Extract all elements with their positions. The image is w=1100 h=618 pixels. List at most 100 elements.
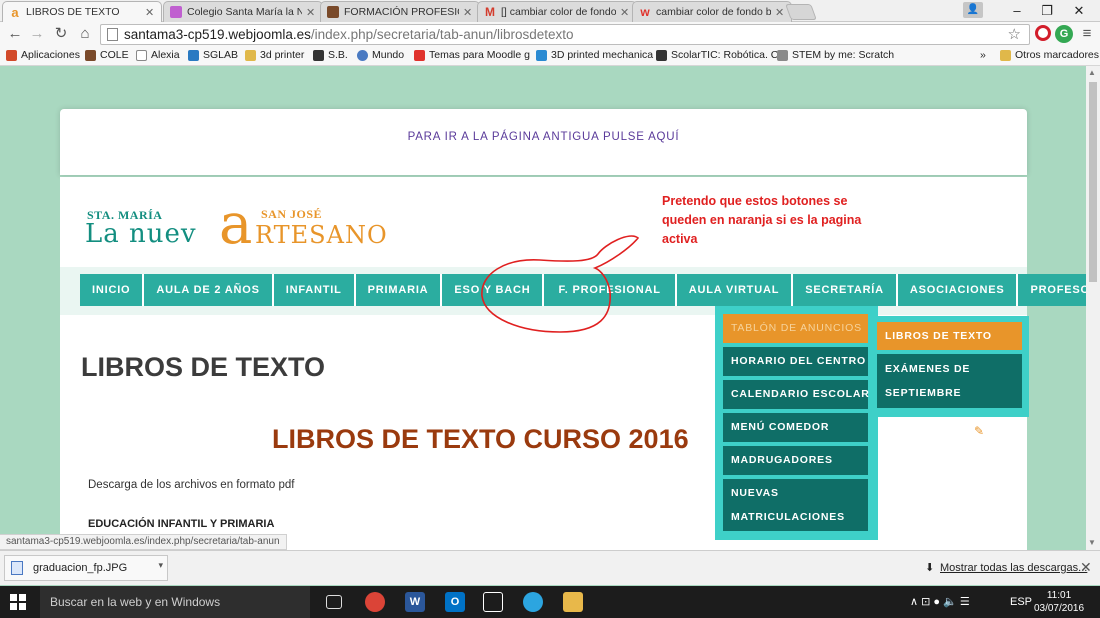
bookmark-label: COLE (100, 49, 129, 61)
menu-icon[interactable]: ≡ (1078, 25, 1096, 43)
bookmark-label: Otros marcadores (1015, 49, 1100, 61)
logo-text: SAN JOSÉ (261, 207, 323, 221)
submenu-item-nuevas-matriculaciones[interactable]: NUEVAS MATRICULACIONES (723, 479, 868, 531)
bookmark-aplicaciones[interactable]: Aplicaciones (6, 49, 80, 61)
close-tab-icon[interactable]: ✕ (145, 6, 155, 19)
bookmark-3d-printer[interactable]: 3d printer (245, 49, 304, 61)
tab-gmail[interactable]: M [] cambiar color de fondo ✕ (477, 1, 637, 22)
page-scrollbar[interactable]: ▲ ▼ (1086, 66, 1100, 550)
tab-formacion[interactable]: FORMACIÓN PROFESION ✕ (320, 1, 480, 22)
home-icon[interactable]: ⌂ (76, 25, 94, 43)
windows-start-icon[interactable] (10, 594, 26, 610)
close-tab-icon[interactable]: ✕ (463, 6, 473, 19)
folder-icon (245, 49, 256, 61)
folder-icon (1000, 49, 1011, 61)
close-tab-icon[interactable]: ✕ (306, 6, 316, 19)
tab-libros-de-texto[interactable]: a LIBROS DE TEXTO ✕ (2, 1, 162, 22)
back-icon[interactable]: ← (6, 25, 24, 43)
task-view-icon[interactable] (326, 595, 342, 609)
submenu-item-madrugadores[interactable]: MADRUGADORES (723, 446, 868, 475)
nav-item-secretaria[interactable]: SECRETARÍA (793, 274, 898, 306)
outlook-icon[interactable]: O (445, 592, 465, 612)
bookmark-label: 3d printer (260, 49, 305, 61)
word-icon[interactable]: W (405, 592, 425, 612)
reload-icon[interactable]: ↻ (52, 25, 70, 43)
maximize-button[interactable]: ❐ (1032, 2, 1062, 20)
bookmark-label: 3D printed mechanica (551, 49, 654, 61)
nav-item-eso-bach[interactable]: ESO Y BACH (442, 274, 545, 306)
nav-item-f-profesional[interactable]: F. PROFESIONAL (544, 274, 677, 306)
bookmark-star-icon[interactable]: ☆ (1008, 25, 1021, 43)
close-tab-icon[interactable]: ✕ (620, 6, 630, 19)
tab-title: FORMACIÓN PROFESION (344, 6, 459, 18)
annotation-note: Pretendo que estos botones se queden en … (662, 194, 862, 246)
scroll-up-icon[interactable]: ▲ (1088, 68, 1096, 77)
bookmark-sb[interactable]: S.B. (313, 49, 348, 61)
bookmark-scolartic[interactable]: ScolarTIC: Robótica. C (656, 49, 778, 61)
language-indicator[interactable]: ESP (1010, 586, 1032, 618)
edit-icon[interactable]: ✎ (974, 424, 984, 438)
page-info-icon[interactable] (107, 28, 118, 41)
site-icon (188, 49, 199, 61)
nav-item-profesor[interactable]: PROFESOR (1018, 274, 1086, 306)
close-downloads-icon[interactable]: ✕ (1080, 559, 1092, 576)
clock[interactable]: 11:01 03/07/2016 (1030, 589, 1088, 615)
new-tab-button[interactable] (785, 4, 817, 20)
bookmarks-more-button[interactable]: » (980, 49, 986, 61)
bookmark-stem[interactable]: STEM by me: Scratch (777, 49, 894, 61)
scroll-down-icon[interactable]: ▼ (1088, 538, 1096, 547)
tray-icons[interactable]: ∧ ⊡ ● 🔈 ☰ (910, 586, 970, 618)
minimize-button[interactable]: – (1002, 2, 1032, 20)
bookmark-label: S.B. (328, 49, 348, 61)
old-page-link[interactable]: PARA IR A LA PÁGINA ANTIGUA PULSE AQUÍ (60, 109, 1027, 175)
other-bookmarks-folder[interactable]: Otros marcadores (1000, 49, 1099, 61)
main-navigation: INICIO AULA DE 2 AÑOS INFANTIL PRIMARIA … (80, 274, 1086, 306)
submenu-item-libros-de-texto[interactable]: LIBROS DE TEXTO (877, 322, 1022, 350)
opera-extension-icon[interactable] (1035, 25, 1051, 41)
submenu-item-calendario[interactable]: CALENDARIO ESCOLAR (723, 380, 869, 409)
bookmark-cole[interactable]: COLE (85, 49, 129, 61)
chrome-icon[interactable] (365, 592, 385, 612)
bookmark-mundo[interactable]: Mundo (357, 49, 404, 61)
telegram-icon[interactable] (523, 592, 543, 612)
nav-item-primaria[interactable]: PRIMARIA (356, 274, 443, 306)
secretaria-submenu: TABLÓN DE ANUNCIOS HORARIO DEL CENTRO CA… (715, 306, 878, 540)
tab-cambiar-color[interactable]: w cambiar color de fondo b ✕ (632, 1, 792, 22)
downloads-shelf: graduacion_fp.JPG ▾ ⬇ Mostrar todas las … (0, 550, 1100, 585)
globe-icon (357, 49, 368, 61)
user-profile-icon[interactable]: 👤 (963, 2, 983, 18)
nav-item-infantil[interactable]: INFANTIL (274, 274, 356, 306)
submenu-item-menu-comedor[interactable]: MENÚ COMEDOR (723, 413, 868, 442)
school-logo[interactable]: STA. MARÍA SAN JOSÉ La nuev a RTESANO (85, 197, 415, 259)
nav-item-aula-2-anos[interactable]: AULA DE 2 AÑOS (144, 274, 274, 306)
taskbar-search-box[interactable]: Buscar en la web y en Windows (40, 586, 310, 618)
web-page-viewport: PARA IR A LA PÁGINA ANTIGUA PULSE AQUÍ S… (0, 66, 1086, 550)
nav-item-inicio[interactable]: INICIO (80, 274, 145, 306)
nav-item-asociaciones[interactable]: ASOCIACIONES (898, 274, 1019, 306)
chevron-down-icon[interactable]: ▾ (158, 560, 163, 571)
url-input[interactable]: santama3-cp519.webjoomla.es /index.php/s… (100, 24, 1030, 45)
clock-time: 11:01 (1046, 590, 1072, 601)
bookmark-sglab[interactable]: SGLAB (188, 49, 238, 61)
apps-grid-icon (6, 49, 17, 61)
close-tab-icon[interactable]: ✕ (775, 6, 785, 19)
submenu-item-horario[interactable]: HORARIO DEL CENTRO (723, 347, 868, 376)
submenu-item-examenes-septiembre[interactable]: EXÁMENES DE SEPTIEMBRE (877, 354, 1022, 408)
scroll-thumb[interactable] (1089, 82, 1097, 282)
nav-item-aula-virtual[interactable]: AULA VIRTUAL (677, 274, 794, 306)
site-favicon-icon (327, 6, 339, 18)
bookmark-temas-moodle[interactable]: Temas para Moodle g (414, 49, 530, 61)
forward-icon[interactable]: → (28, 25, 46, 43)
site-icon (656, 49, 667, 61)
tab-colegio[interactable]: Colegio Santa María la Nu ✕ (163, 1, 323, 22)
bookmark-alexia[interactable]: Alexia (136, 49, 180, 61)
grammarly-extension-icon[interactable]: G (1055, 25, 1073, 43)
download-item[interactable]: graduacion_fp.JPG ▾ (4, 555, 168, 581)
store-icon[interactable] (483, 592, 503, 612)
close-window-button[interactable]: ✕ (1064, 2, 1094, 20)
bookmark-3d-printed[interactable]: 3D printed mechanica (536, 49, 653, 61)
url-domain: santama3-cp519.webjoomla.es (124, 27, 311, 42)
submenu-item-tablon-anuncios[interactable]: TABLÓN DE ANUNCIOS (723, 314, 868, 343)
file-explorer-icon[interactable] (563, 592, 583, 612)
show-all-downloads-link[interactable]: Mostrar todas las descargas... (940, 562, 1087, 574)
